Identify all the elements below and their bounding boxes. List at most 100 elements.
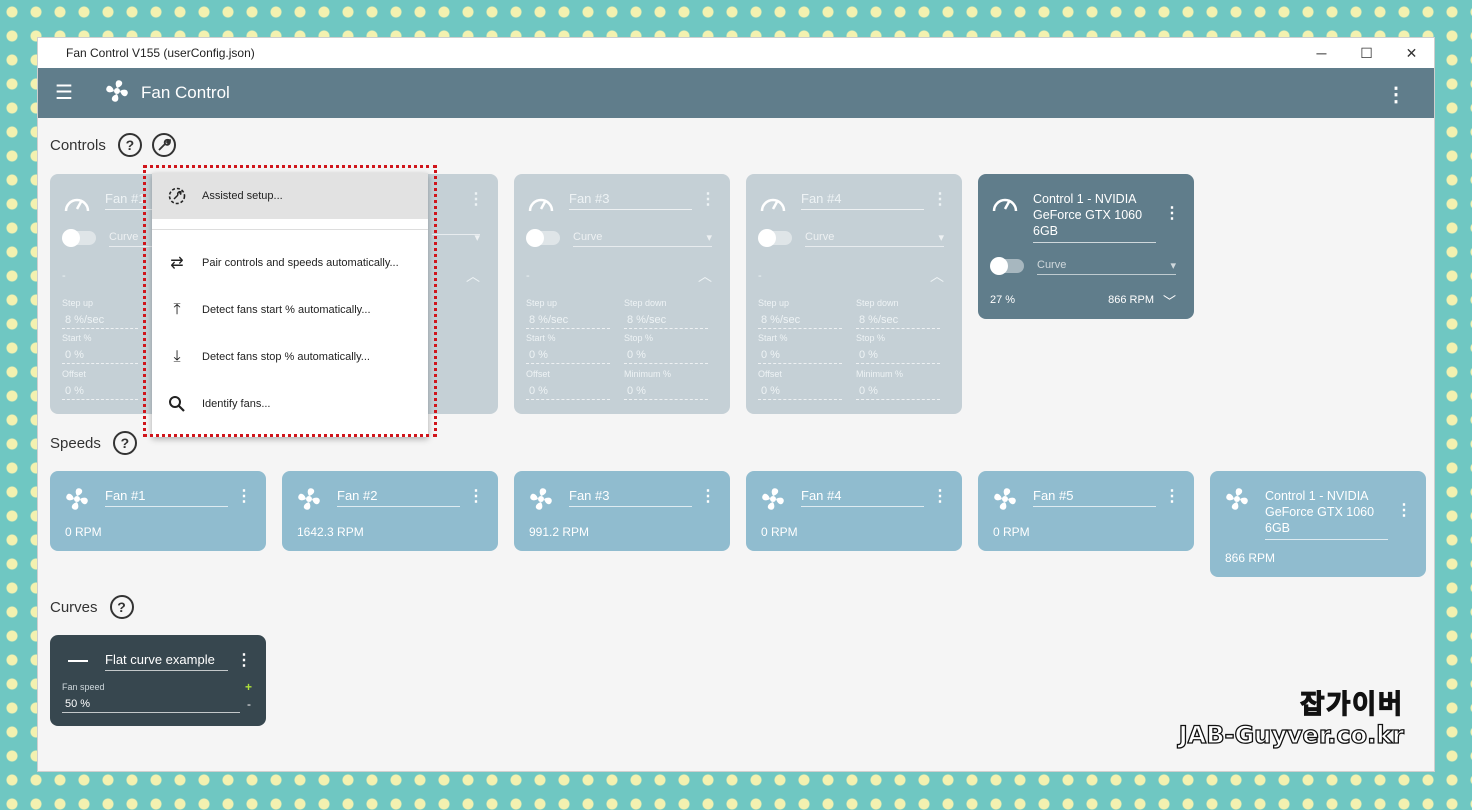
speed-name[interactable]: Fan #3 xyxy=(569,488,692,507)
minimum-field[interactable]: 0 % xyxy=(624,383,708,400)
chevron-down-icon[interactable]: ﹀ xyxy=(1163,291,1176,310)
more-vert-icon[interactable]: ⋮ xyxy=(236,653,252,669)
speed-rpm: 0 RPM xyxy=(761,525,798,539)
more-vert-icon[interactable]: ⋮ xyxy=(468,192,484,208)
more-vert-icon[interactable]: ⋮ xyxy=(468,489,484,505)
more-vert-icon[interactable]: ⋮ xyxy=(1164,206,1180,222)
hamburger-icon[interactable]: ☰ xyxy=(55,83,75,103)
minimize-button[interactable]: ─ xyxy=(1299,38,1344,68)
gauge-icon xyxy=(63,191,91,220)
more-vert-icon[interactable]: ⋮ xyxy=(700,489,716,505)
control-value: - xyxy=(526,270,530,282)
stop-field[interactable]: 0 % xyxy=(856,347,940,364)
speed-name[interactable]: Fan #1 xyxy=(105,488,228,507)
start-field[interactable]: 0 % xyxy=(62,347,138,364)
curves-title: Curves xyxy=(50,598,98,616)
start-field[interactable]: 0 % xyxy=(758,347,842,364)
control-name[interactable]: Fan #3 xyxy=(569,191,692,210)
control-card-gpu[interactable]: Control 1 - NVIDIA GeForce GTX 1060 6GB … xyxy=(978,174,1194,319)
control-card-fan3[interactable]: Fan #3 ⋮ Curve - ︿ Step up 8 %/sec Step … xyxy=(514,174,730,414)
step-down-label: Step down xyxy=(856,298,899,308)
start-field[interactable]: 0 % xyxy=(526,347,610,364)
step-up-field[interactable]: 8 %/sec xyxy=(526,312,610,329)
chevron-up-icon[interactable]: ︿ xyxy=(930,266,944,286)
chevron-up-icon[interactable]: ︿ xyxy=(466,266,480,286)
fan-icon xyxy=(991,485,1019,518)
app-window: Fan Control V155 (userConfig.json) ─ ☐ ✕… xyxy=(37,37,1435,772)
help-icon[interactable]: ? xyxy=(112,431,137,455)
control-toggle[interactable] xyxy=(526,229,560,247)
gauge-icon xyxy=(759,191,787,220)
speed-card-fan5[interactable]: Fan #5 ⋮ 0 RPM xyxy=(978,471,1194,551)
curves-header: Curves ? xyxy=(50,595,134,619)
step-up-field[interactable]: 8 %/sec xyxy=(62,312,138,329)
speed-name[interactable]: Control 1 - NVIDIA GeForce GTX 1060 6GB xyxy=(1265,488,1388,540)
increment-button[interactable]: + xyxy=(245,680,252,694)
gauge-icon xyxy=(527,191,555,220)
offset-label: Offset xyxy=(62,369,86,379)
speed-card-gpu[interactable]: Control 1 - NVIDIA GeForce GTX 1060 6GB … xyxy=(1210,471,1426,577)
more-vert-icon[interactable]: ⋮ xyxy=(932,192,948,208)
speed-name[interactable]: Fan #2 xyxy=(337,488,460,507)
more-vert-icon[interactable]: ⋮ xyxy=(1164,489,1180,505)
control-card-fan4[interactable]: Fan #4 ⋮ Curve - ︿ Step up 8 %/sec Step … xyxy=(746,174,962,414)
offset-field[interactable]: 0 % xyxy=(758,383,842,400)
speed-rpm: 866 RPM xyxy=(1225,551,1276,565)
app-title: Fan Control xyxy=(141,83,230,102)
more-vert-icon[interactable]: ⋮ xyxy=(1396,503,1412,519)
curve-select[interactable]: Curve xyxy=(805,231,944,247)
control-value: - xyxy=(62,270,66,282)
step-up-field[interactable]: 8 %/sec xyxy=(758,312,842,329)
app-bar: ☰ Fan Control ⋮ xyxy=(38,68,1434,118)
decrement-button[interactable]: - xyxy=(247,697,251,711)
control-percent: 27 % xyxy=(990,294,1016,306)
control-toggle[interactable] xyxy=(758,229,792,247)
curve-name[interactable]: Flat curve example xyxy=(105,652,228,671)
speed-rpm: 1642.3 RPM xyxy=(297,525,364,539)
more-vert-icon[interactable]: ⋮ xyxy=(1386,82,1406,107)
speed-name[interactable]: Fan #5 xyxy=(1033,488,1156,507)
more-vert-icon[interactable]: ⋮ xyxy=(932,489,948,505)
fan-speed-label: Fan speed xyxy=(62,682,105,692)
window-title: Fan Control V155 (userConfig.json) xyxy=(66,46,255,60)
speed-rpm: 0 RPM xyxy=(993,525,1030,539)
more-vert-icon[interactable]: ⋮ xyxy=(236,489,252,505)
curve-card-flat[interactable]: Flat curve example ⋮ Fan speed 50 % + - xyxy=(50,635,266,726)
speed-card-fan4[interactable]: Fan #4 ⋮ 0 RPM xyxy=(746,471,962,551)
close-button[interactable]: ✕ xyxy=(1389,38,1434,68)
speed-card-fan3[interactable]: Fan #3 ⋮ 991.2 RPM xyxy=(514,471,730,551)
control-rpm: 866 RPM xyxy=(1108,294,1154,306)
curve-select[interactable]: Curve xyxy=(1037,259,1176,275)
speed-card-fan1[interactable]: Fan #1 ⋮ 0 RPM xyxy=(50,471,266,551)
speeds-title: Speeds xyxy=(50,434,101,452)
curve-select[interactable]: Curve xyxy=(573,231,712,247)
flat-line-icon xyxy=(68,660,88,662)
curve-select[interactable] xyxy=(432,231,480,244)
step-up-label: Step up xyxy=(526,298,558,308)
control-name[interactable]: Fan #4 xyxy=(801,191,924,210)
highlight-box xyxy=(143,165,437,437)
help-icon[interactable]: ? xyxy=(109,595,134,619)
offset-field[interactable]: 0 % xyxy=(526,383,610,400)
control-toggle[interactable] xyxy=(62,229,96,247)
help-icon[interactable]: ? xyxy=(117,133,142,157)
wrench-icon[interactable] xyxy=(151,133,176,157)
watermark-site: JAB-Guyver.co.kr xyxy=(1178,720,1405,749)
watermark-korean: 잡가이버 xyxy=(1300,689,1404,720)
speed-card-fan2[interactable]: Fan #2 ⋮ 1642.3 RPM xyxy=(282,471,498,551)
control-toggle[interactable] xyxy=(990,257,1024,275)
fan-speed-field[interactable]: 50 % xyxy=(62,696,240,713)
window-controls: ─ ☐ ✕ xyxy=(1299,38,1434,68)
step-down-field[interactable]: 8 %/sec xyxy=(856,312,940,329)
offset-field[interactable]: 0 % xyxy=(62,383,138,400)
maximize-button[interactable]: ☐ xyxy=(1344,38,1389,68)
more-vert-icon[interactable]: ⋮ xyxy=(700,192,716,208)
fan-icon xyxy=(295,485,323,518)
speed-name[interactable]: Fan #4 xyxy=(801,488,924,507)
step-down-field[interactable]: 8 %/sec xyxy=(624,312,708,329)
speeds-header: Speeds ? xyxy=(50,431,137,455)
stop-field[interactable]: 0 % xyxy=(624,347,708,364)
chevron-up-icon[interactable]: ︿ xyxy=(698,266,712,286)
minimum-field[interactable]: 0 % xyxy=(856,383,940,400)
control-name[interactable]: Control 1 - NVIDIA GeForce GTX 1060 6GB xyxy=(1033,191,1156,243)
